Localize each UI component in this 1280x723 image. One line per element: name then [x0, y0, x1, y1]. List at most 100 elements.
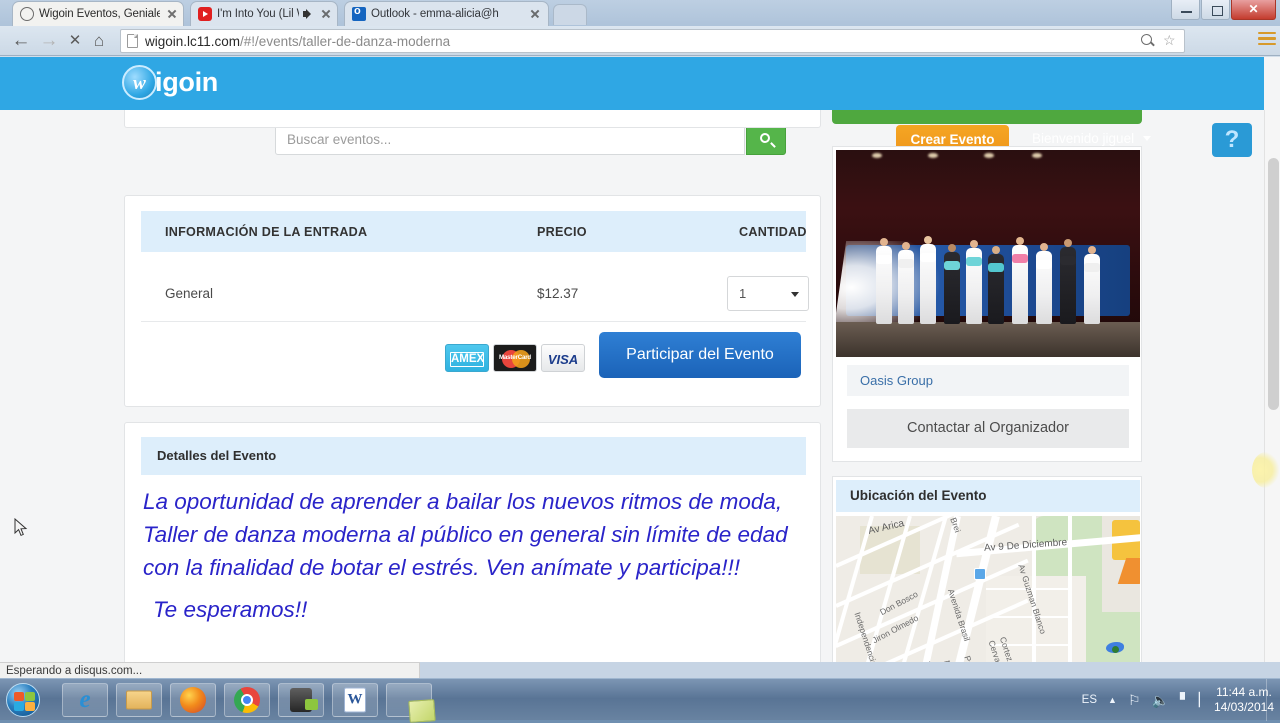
browser-toolbar: ← → ✕ ⌂ wigoin.lc11.com/#!/events/taller…: [0, 26, 1280, 56]
welcome-label: Bienvenido jiguel: [1032, 131, 1135, 146]
action-center-icon[interactable]: ⚐: [1128, 692, 1141, 709]
location-header: Ubicación del Evento: [836, 480, 1140, 512]
panel-above-tickets: [124, 110, 821, 128]
search-input[interactable]: [276, 124, 744, 154]
ticket-name: General: [165, 286, 214, 301]
home-icon: ⌂: [93, 31, 105, 50]
mastercard-label: MasterCard: [498, 354, 532, 361]
taskbar-item-word[interactable]: W: [332, 683, 378, 717]
site-header: w igoin: [0, 57, 1264, 110]
tab-title: Wigoin Eventos, Geniales: [39, 8, 160, 20]
event-details-panel: Detalles del Evento La oportunidad de ap…: [124, 422, 821, 662]
firefox-icon: [180, 687, 206, 713]
back-arrow-icon: ←: [11, 30, 31, 51]
column-header-price: PRECIO: [537, 224, 587, 239]
show-desktop-button[interactable]: [1266, 679, 1274, 721]
green-action-button-partial[interactable]: [832, 110, 1142, 124]
organizer-link[interactable]: Oasis Group: [847, 365, 1129, 396]
quantity-select[interactable]: 1: [727, 276, 809, 311]
contact-organizer-button[interactable]: Contactar al Organizador: [847, 409, 1129, 448]
taskbar-item-media-player[interactable]: [278, 683, 324, 717]
event-details-header: Detalles del Evento: [141, 437, 806, 475]
ticket-table-header: INFORMACIÓN DE LA ENTRADA PRECIO CANTIDA…: [141, 211, 807, 252]
forward-button[interactable]: →: [38, 30, 60, 52]
windows-taskbar: e W ES ▲ ⚐ 🔈 ▘▕ 11:44 a.m. 14/03/2014: [0, 678, 1280, 723]
tab-close-icon[interactable]: [528, 7, 542, 21]
youtube-icon: [198, 7, 212, 21]
browser-tab-2[interactable]: Outlook - emma-alicia@h: [344, 1, 549, 26]
page-scrollbar[interactable]: [1264, 110, 1280, 662]
browser-window: Wigoin Eventos, Geniales I'm Into You (L…: [0, 0, 1280, 679]
clock-time: 11:44 a.m.: [1216, 685, 1272, 699]
minimize-button[interactable]: [1171, 0, 1200, 20]
status-bar-text: Esperando a disqus.com...: [0, 662, 420, 679]
back-button[interactable]: ←: [10, 30, 32, 52]
organizer-panel: Oasis Group Contactar al Organizador: [832, 146, 1142, 462]
maximize-button[interactable]: [1201, 0, 1230, 20]
volume-icon[interactable]: 🔈: [1152, 692, 1169, 709]
ticket-price: $12.37: [537, 286, 579, 301]
url-domain: wigoin.lc11.com: [145, 33, 241, 49]
clock-date: 14/03/2014: [1213, 700, 1274, 714]
wigoin-logo-icon: w: [122, 65, 157, 100]
media-player-icon: [290, 688, 318, 712]
site-logo[interactable]: w igoin: [122, 65, 218, 100]
tab-audio-icon[interactable]: [302, 8, 314, 20]
chevron-down-icon: [791, 292, 799, 297]
amex-label: AMEX: [450, 352, 485, 367]
taskbar-item-internet-explorer[interactable]: e: [62, 683, 108, 717]
system-tray: ES ▲ ⚐ 🔈 ▘▕ 11:44 a.m. 14/03/2014: [1071, 679, 1274, 721]
tab-title: Outlook - emma-alicia@h: [371, 8, 499, 20]
participate-button[interactable]: Participar del Evento: [599, 332, 801, 378]
clock[interactable]: 11:44 a.m. 14/03/2014: [1214, 685, 1274, 715]
hamburger-menu-icon[interactable]: [1258, 32, 1276, 48]
start-button[interactable]: [6, 683, 40, 717]
url-text: wigoin.lc11.com/#!/events/taller-de-danz…: [145, 34, 450, 49]
outlook-icon: [352, 5, 366, 21]
star-icon[interactable]: ☆: [1163, 33, 1178, 48]
globe-icon: [20, 7, 34, 21]
address-bar[interactable]: wigoin.lc11.com/#!/events/taller-de-danz…: [120, 29, 1185, 53]
home-button[interactable]: ⌂: [88, 30, 110, 52]
table-row: General $12.37 1: [141, 270, 809, 322]
payment-row: AMEX MasterCard VISA Participar del Even…: [125, 332, 822, 394]
zoom-icon[interactable]: [1140, 33, 1155, 48]
ticket-panel: INFORMACIÓN DE LA ENTRADA PRECIO CANTIDA…: [124, 195, 821, 407]
event-details-title: Detalles del Evento: [157, 448, 277, 463]
forward-arrow-icon: →: [39, 30, 59, 51]
screen-glare-artifact: [1252, 452, 1280, 488]
word-icon: W: [344, 687, 366, 713]
browser-tab-1[interactable]: I'm Into You (Lil Wayne: [190, 1, 338, 26]
stop-button[interactable]: ✕: [64, 30, 86, 52]
new-tab-button[interactable]: [553, 4, 587, 25]
user-menu[interactable]: Bienvenido jiguel: [1032, 131, 1151, 146]
quantity-value: 1: [739, 286, 747, 301]
page-document-icon: [127, 34, 138, 48]
map-poi-icon: [974, 568, 986, 580]
omnibox-actions: ☆: [1140, 33, 1178, 48]
mastercard-card-icon: MasterCard: [493, 344, 537, 372]
taskbar-item-chrome[interactable]: [224, 683, 270, 717]
network-signal-icon[interactable]: ▘▕: [1180, 692, 1200, 708]
language-indicator[interactable]: ES: [1082, 694, 1097, 706]
browser-tab-0[interactable]: Wigoin Eventos, Geniales: [12, 1, 184, 26]
column-header-info: INFORMACIÓN DE LA ENTRADA: [165, 224, 368, 239]
chrome-icon: [234, 687, 260, 713]
close-icon: ✕: [1248, 2, 1259, 16]
close-window-button[interactable]: ✕: [1231, 0, 1276, 20]
stop-x-icon: ✕: [68, 32, 82, 49]
location-map[interactable]: Av Arica Brei Av 9 De Diciembre Don Bosc…: [836, 516, 1140, 662]
taskbar-item-notes[interactable]: [386, 683, 436, 723]
internet-explorer-icon: e: [79, 686, 91, 713]
help-button[interactable]: ?: [1212, 123, 1252, 157]
taskbar-item-file-explorer[interactable]: [116, 683, 162, 717]
event-description-paragraph-2: Te esperamos!!: [153, 597, 308, 622]
event-description-paragraph-1: La oportunidad de aprender a bailar los …: [143, 489, 788, 580]
taskbar-item-firefox[interactable]: [170, 683, 216, 717]
chevron-up-icon[interactable]: ▲: [1108, 695, 1117, 705]
tab-title: I'm Into You (Lil Wayne: [217, 8, 299, 20]
scrollbar-thumb[interactable]: [1268, 158, 1279, 410]
location-panel: Ubicación del Evento Av Arica Brei Av 9 …: [832, 476, 1142, 662]
tab-close-icon[interactable]: [165, 7, 179, 21]
tab-close-icon[interactable]: [319, 7, 333, 21]
